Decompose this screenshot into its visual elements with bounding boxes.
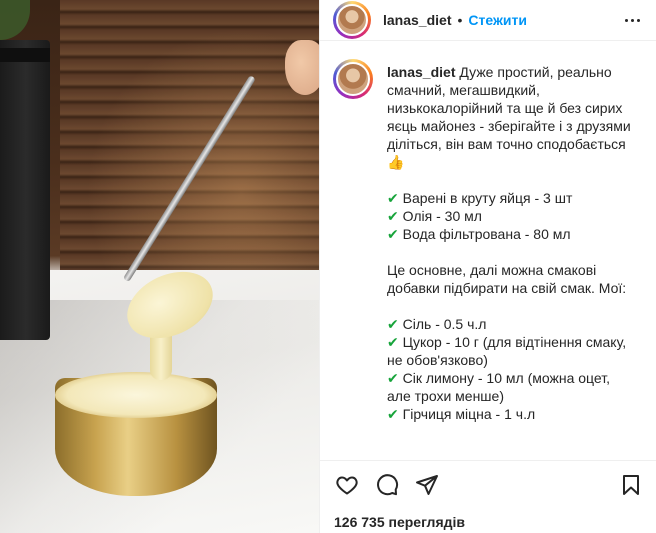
comment-icon[interactable] — [373, 471, 401, 499]
extra-item: ✔ Сіль - 0.5 ч.л — [387, 316, 487, 332]
heart-icon[interactable] — [333, 471, 361, 499]
check-icon: ✔ — [387, 370, 399, 386]
media-plant-pot-rim — [0, 48, 50, 62]
media-background-blinds — [60, 0, 319, 275]
check-icon: ✔ — [387, 406, 399, 422]
post-side-panel: lanas_diet • Стежити lanas_diet Дуже про… — [319, 0, 656, 533]
media-plant-pot — [0, 40, 50, 340]
post-actions-bar — [320, 460, 656, 508]
avatar[interactable] — [333, 1, 371, 39]
caption-area: lanas_diet Дуже простий, реально смачний… — [320, 41, 656, 460]
paper-plane-icon[interactable] — [413, 471, 441, 499]
media-plant-leaf — [0, 0, 30, 40]
ingredient-item: ✔ Олія - 30 мл — [387, 208, 482, 224]
thumbs-up-icon: 👍 — [387, 154, 405, 170]
caption-username[interactable]: lanas_diet — [387, 64, 455, 80]
more-horizontal-icon[interactable] — [620, 8, 644, 32]
check-icon: ✔ — [387, 226, 399, 242]
extras-note: Це основне, далі можна смакові добавки п… — [387, 262, 627, 296]
check-icon: ✔ — [387, 316, 399, 332]
bookmark-icon[interactable] — [617, 471, 645, 499]
separator-dot: • — [457, 12, 463, 28]
views-count[interactable]: 126 735 переглядів — [334, 514, 465, 530]
media-mayonnaise-in-bowl — [55, 372, 217, 418]
caption-text: lanas_diet Дуже простий, реально смачний… — [387, 63, 637, 423]
ingredient-item: ✔ Варені в круту яйця - 3 шт — [387, 190, 573, 206]
extra-item: ✔ Сік лимону - 10 мл (можна оцет, але тр… — [387, 370, 610, 404]
media-hand — [285, 40, 319, 95]
ingredient-item: ✔ Вода фільтрована - 80 мл — [387, 226, 571, 242]
extra-item: ✔ Цукор - 10 г (для відтінення смаку, не… — [387, 334, 627, 368]
caption-intro: lanas_diet Дуже простий, реально смачний… — [387, 63, 637, 171]
check-icon: ✔ — [387, 208, 399, 224]
check-icon: ✔ — [387, 334, 399, 350]
extra-item: ✔ Гірчиця міцна - 1 ч.л — [387, 406, 536, 422]
post-header: lanas_diet • Стежити — [320, 0, 656, 41]
post-username[interactable]: lanas_diet — [383, 12, 451, 28]
post-media[interactable] — [0, 0, 319, 533]
check-icon: ✔ — [387, 190, 399, 206]
caption-avatar[interactable] — [333, 59, 373, 99]
follow-button[interactable]: Стежити — [468, 12, 527, 28]
